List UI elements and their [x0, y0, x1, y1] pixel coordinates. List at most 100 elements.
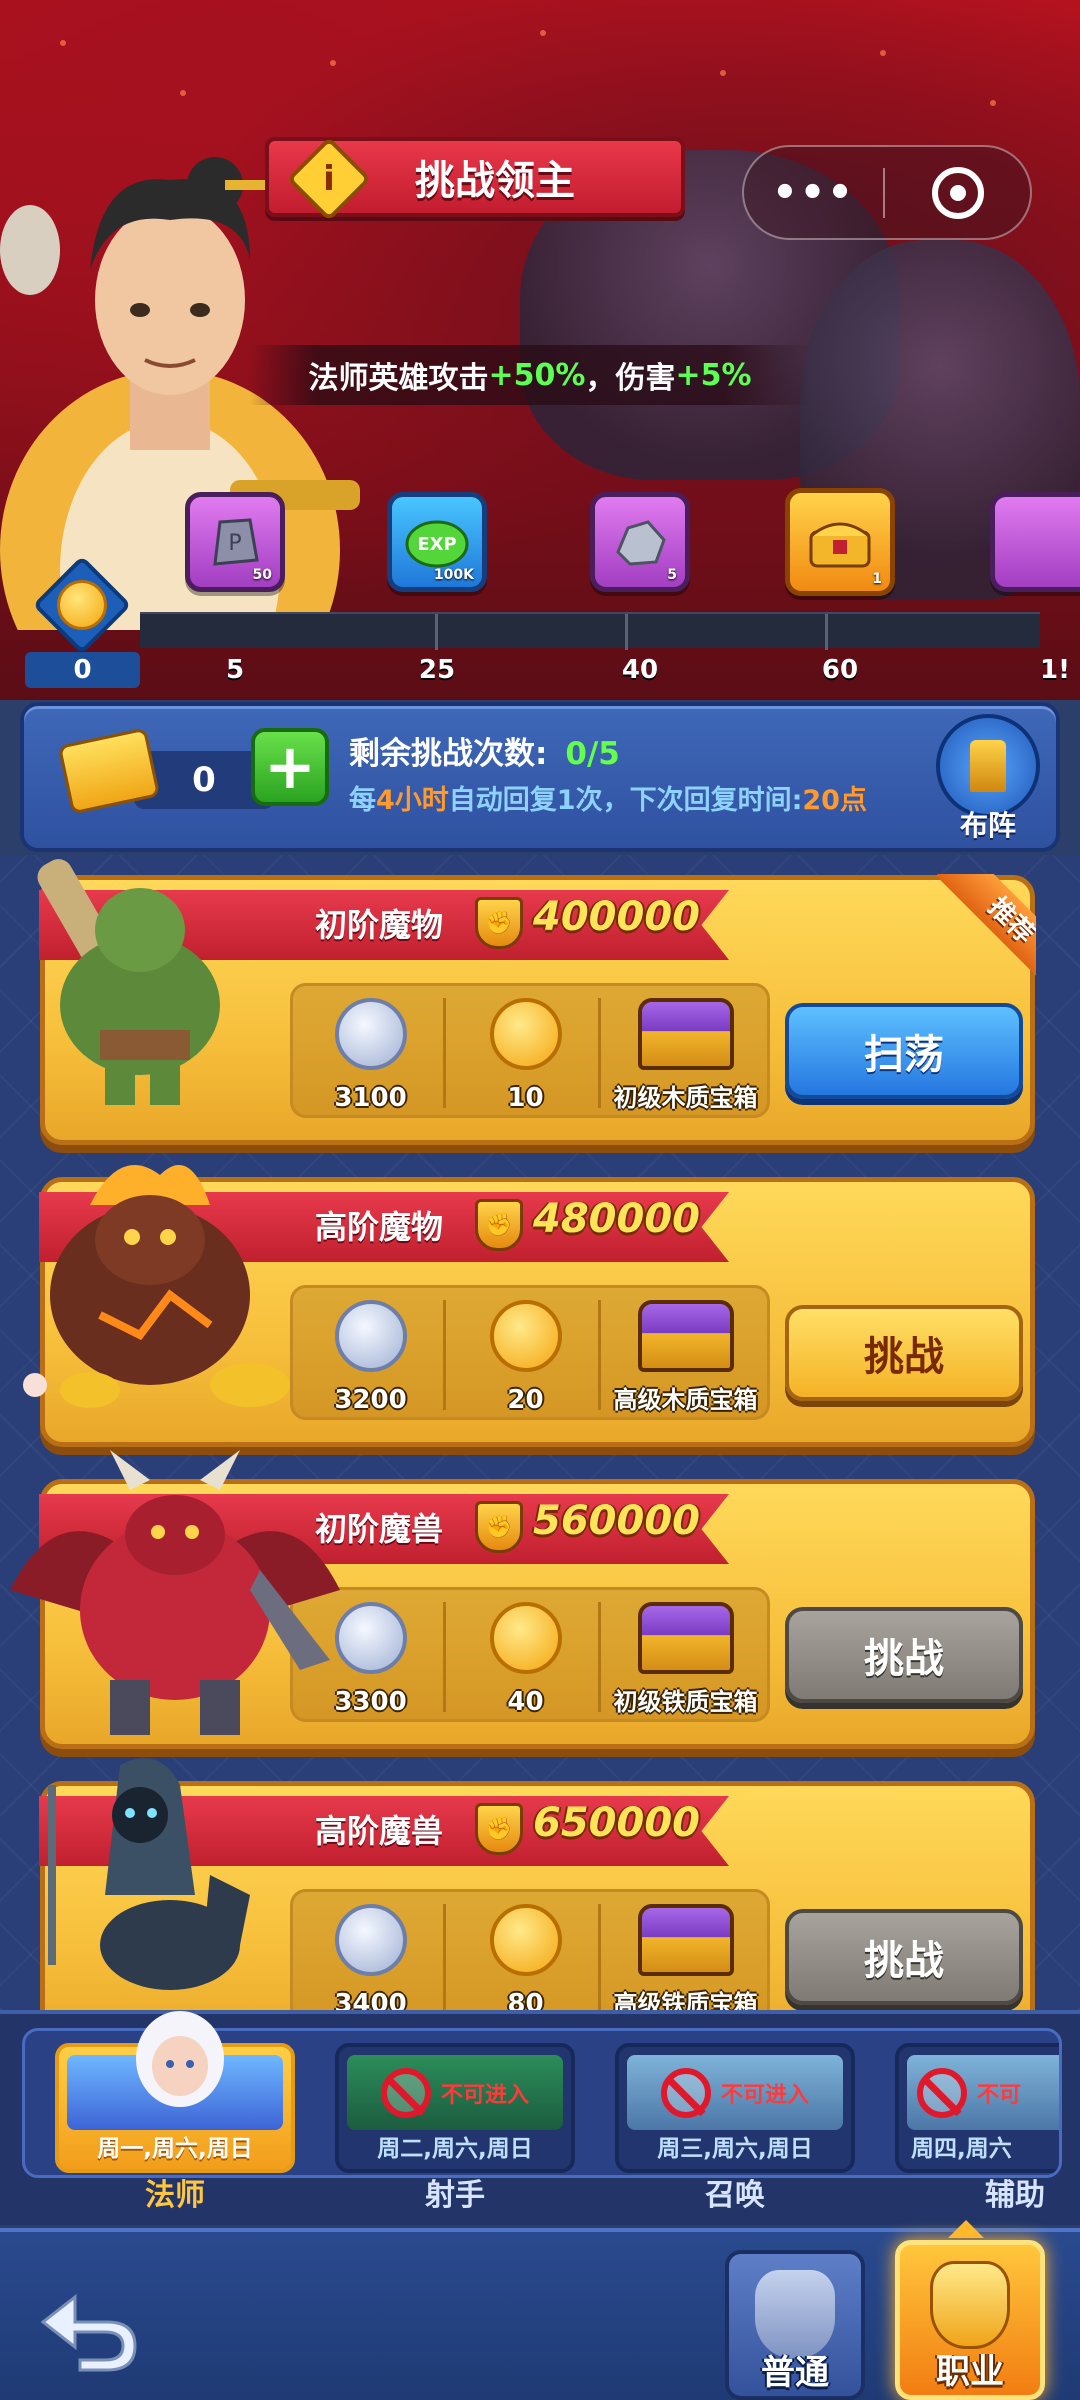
- regen-info: 每4小时自动回复1次，下次回复时间:20点: [349, 778, 867, 817]
- locked-overlay: 不可进入: [347, 2063, 563, 2123]
- ember-spark: [180, 90, 186, 96]
- buff-middle: ，伤害: [585, 361, 676, 396]
- sweep-button[interactable]: 扫荡: [785, 1003, 1023, 1099]
- gold-coin-icon: [57, 580, 107, 630]
- gold-coin-icon: [489, 1300, 562, 1372]
- progress-track: [140, 612, 1040, 650]
- boss-power: 480000: [533, 1196, 700, 1242]
- formation-button[interactable]: 布阵: [929, 714, 1047, 844]
- gold-reward: 10: [507, 1083, 544, 1113]
- hero-banner: i 挑战领主 ••• 法师英雄攻击 +50% ，伤害 +5% 0 P 50 EX…: [0, 0, 1080, 700]
- boss-name: 初阶魔物: [315, 906, 444, 944]
- gold-reward: 80: [507, 1989, 544, 2010]
- mage-tab-avatar: [136, 2011, 224, 2107]
- challenge-button[interactable]: 挑战: [785, 1305, 1023, 1401]
- remaining-attempts: 剩余挑战次数: 0/5: [349, 728, 620, 773]
- no-entry-icon: [660, 2068, 711, 2118]
- power-fist-icon: ✊: [475, 1501, 523, 1553]
- tab-label-mage[interactable]: 法师: [145, 2170, 205, 2214]
- buff-attack-value: +50%: [488, 357, 586, 393]
- boss-power: 650000: [533, 1800, 700, 1846]
- class-mode-label: 职业: [936, 2352, 1004, 2392]
- regen-text: 每: [349, 785, 376, 816]
- silver-coin-icon: [334, 1904, 407, 1976]
- tower-icon: [970, 740, 1006, 792]
- normal-mode-label: 普通: [761, 2353, 829, 2393]
- gold-reward: 40: [507, 1687, 544, 1717]
- milestone-label: 5: [225, 655, 245, 685]
- milestone-label: 60: [821, 655, 859, 685]
- chest-icon[interactable]: [637, 998, 734, 1070]
- normal-mode-button[interactable]: 普通: [725, 2250, 865, 2400]
- reaper-rider-portrait: [48, 1758, 250, 1990]
- back-arrow-icon[interactable]: [35, 2282, 145, 2372]
- reward-box: 3100 10 初级木质宝箱: [290, 983, 770, 1118]
- progress-current: 0: [25, 652, 140, 688]
- tab-archer[interactable]: 不可进入 周二,周六,周日: [335, 2043, 575, 2173]
- more-options-button[interactable]: •••: [744, 170, 883, 216]
- chest-icon[interactable]: [637, 1602, 734, 1674]
- chest-reward: 高级铁质宝箱: [613, 1990, 758, 2010]
- boss-power: 560000: [533, 1498, 700, 1544]
- milestone-label: 40: [621, 655, 659, 685]
- orc-monster-portrait: [37, 859, 220, 1105]
- tab-label-summoner[interactable]: 召唤: [705, 2170, 765, 2214]
- tab-days: 周一,周六,周日: [97, 2136, 253, 2162]
- tab-days: 周三,周六,周日: [657, 2136, 813, 2162]
- chest-icon[interactable]: [637, 1904, 734, 1976]
- chest-icon[interactable]: [637, 1300, 734, 1372]
- milestone-label: 25: [418, 655, 456, 685]
- close-target-button[interactable]: [885, 166, 1030, 219]
- recommend-tag: 推荐: [916, 874, 1036, 994]
- golden-demon-icon: [930, 2261, 1010, 2349]
- power-fist-icon: ✊: [475, 1803, 523, 1855]
- buff-prefix: 法师英雄攻击: [308, 361, 489, 396]
- challenge-button-disabled[interactable]: 挑战: [785, 1909, 1023, 2005]
- no-entry-icon: [917, 2068, 967, 2118]
- info-icon[interactable]: i: [286, 136, 372, 222]
- svg-text:EXP: EXP: [417, 534, 456, 555]
- reward-box: 3200 20 高级木质宝箱: [290, 1285, 770, 1420]
- target-icon: [931, 166, 984, 219]
- tab-label-archer[interactable]: 射手: [425, 2170, 485, 2214]
- silver-reward: 3100: [334, 1083, 407, 1113]
- lava-golem-portrait: [23, 1165, 290, 1408]
- power-fist-icon: ✊: [475, 1199, 523, 1251]
- reward-box: 3300 40 初级铁质宝箱: [290, 1587, 770, 1722]
- tab-days: 周四,周六: [911, 2136, 1012, 2162]
- challenge-status-panel: 0 + 剩余挑战次数: 0/5 每4小时自动回复1次，下次回复时间:20点 布阵: [20, 702, 1060, 852]
- partial-reward-icon[interactable]: [990, 492, 1080, 592]
- reward-box: 3400 80 高级铁质宝箱: [290, 1889, 770, 2010]
- buff-damage-value: +5%: [675, 357, 752, 393]
- no-entry-icon: [380, 2068, 431, 2118]
- add-ticket-button[interactable]: +: [251, 728, 329, 806]
- silver-coin-icon: [334, 1300, 407, 1372]
- locked-overlay: 不可进入: [627, 2063, 843, 2123]
- rune-stone-icon[interactable]: P 50: [185, 492, 285, 592]
- ember-spark: [330, 60, 336, 66]
- boss-list[interactable]: 初阶魔物 ✊ 400000 推荐 3100 10 初级木质宝箱 扫荡 高阶魔物 …: [0, 855, 1080, 2010]
- silver-coin-icon: [334, 998, 407, 1070]
- page-title: 挑战领主: [415, 158, 575, 204]
- active-mode-indicator: [948, 2220, 984, 2238]
- ember-spark: [720, 70, 726, 76]
- boss-name: 高阶魔物: [315, 1208, 444, 1246]
- tab-label-support[interactable]: 辅助: [985, 2170, 1045, 2214]
- tab-summoner[interactable]: 不可进入 周三,周六,周日: [615, 2043, 855, 2173]
- power-fist-icon: ✊: [475, 897, 523, 949]
- formation-label: 布阵: [959, 809, 1016, 842]
- golden-chest-icon[interactable]: 1: [785, 488, 895, 596]
- boss-power: 400000: [533, 894, 700, 940]
- regen-text: 自动回复1次，下次回复时间:: [448, 785, 803, 816]
- buff-description: 法师英雄攻击 +50% ，伤害 +5%: [250, 345, 810, 405]
- ember-spark: [60, 40, 66, 46]
- exp-crystal-icon[interactable]: EXP 100K: [387, 492, 487, 592]
- challenge-button-disabled[interactable]: 挑战: [785, 1607, 1023, 1703]
- boss-name: 高阶魔兽: [315, 1812, 444, 1850]
- ore-icon[interactable]: 5: [590, 492, 690, 592]
- miniprogram-capsule: •••: [742, 145, 1032, 240]
- tab-support[interactable]: 不可 周四,周六: [895, 2043, 1059, 2173]
- ember-spark: [880, 50, 886, 56]
- chest-reward: 高级木质宝箱: [613, 1386, 758, 1414]
- class-mode-button[interactable]: 职业: [895, 2240, 1045, 2400]
